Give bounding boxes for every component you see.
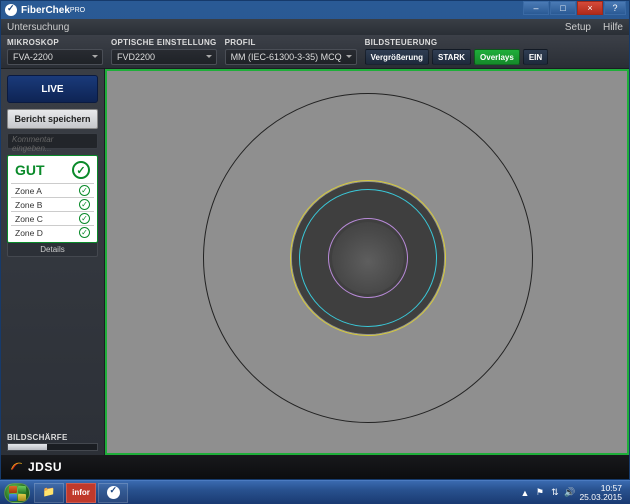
taskbar-infor[interactable]: infor (66, 483, 96, 503)
zone-label: Zone C (15, 214, 43, 224)
zone-row-c[interactable]: Zone C ✓ (11, 211, 94, 225)
sharpness-bar (7, 443, 98, 451)
fiber-viewport[interactable] (105, 69, 629, 455)
save-report-button[interactable]: Bericht speichern (7, 109, 98, 129)
clock-date: 25.03.2015 (579, 493, 622, 502)
profile-group: PROFIL MM (IEC-61300-3-35) MCQ (225, 38, 357, 65)
app-logo-icon (107, 486, 120, 499)
zone-row-b[interactable]: Zone B ✓ (11, 197, 94, 211)
check-icon: ✓ (79, 199, 90, 210)
zone-label: Zone D (15, 228, 43, 238)
menu-help[interactable]: Hilfe (603, 22, 623, 33)
check-icon: ✓ (79, 227, 90, 238)
flag-icon[interactable]: ⚑ (534, 487, 545, 498)
optical-group: OPTISCHE EINSTELLUNG FVD2200 (111, 38, 217, 65)
windows-taskbar[interactable]: 📁 infor ▲ ⚑ ⇅ 🔊 10:57 25.03.2015 (0, 480, 630, 504)
sidebar: LIVE Bericht speichern Kommentar eingebe… (1, 69, 105, 455)
microscope-label: MIKROSKOP (7, 38, 103, 47)
close-button[interactable]: × (577, 1, 603, 15)
sharpness-fill (8, 444, 47, 450)
menu-setup[interactable]: Setup (565, 22, 591, 33)
titlebar[interactable]: FiberChek PRO – □ × ? (1, 1, 629, 19)
minimize-button[interactable]: – (523, 1, 549, 15)
brand-logo: JDSU (9, 460, 62, 474)
maximize-button[interactable]: □ (550, 1, 576, 15)
taskbar-fibercheck[interactable] (98, 483, 128, 503)
app-logo-icon (5, 4, 17, 16)
sharpness-section: BILDSCHÄRFE (7, 433, 98, 451)
status-card: GUT ✓ Zone A ✓ Zone B ✓ Zone C ✓ Zone D (7, 155, 98, 243)
app-window: FiberChek PRO – □ × ? Untersuchung Setup… (0, 0, 630, 480)
app-title-suffix: PRO (70, 7, 85, 14)
overlays-button[interactable]: Overlays (474, 49, 520, 65)
brand-text: JDSU (28, 460, 62, 474)
zone-a-ring (328, 218, 408, 298)
microscope-dropdown[interactable]: FVA-2200 (7, 49, 103, 65)
menu-investigation[interactable]: Untersuchung (7, 22, 69, 33)
optical-dropdown[interactable]: FVD2200 (111, 49, 217, 65)
toolbar: MIKROSKOP FVA-2200 OPTISCHE EINSTELLUNG … (1, 35, 629, 69)
zone-label: Zone A (15, 186, 42, 196)
comment-input[interactable]: Kommentar eingeben... (7, 133, 98, 149)
help-button[interactable]: ? (604, 1, 626, 15)
volume-icon[interactable]: 🔊 (564, 487, 575, 498)
taskbar-clock[interactable]: 10:57 25.03.2015 (579, 484, 622, 502)
zone-row-a[interactable]: Zone A ✓ (11, 183, 94, 197)
taskbar-explorer[interactable]: 📁 (34, 483, 64, 503)
app-title: FiberChek (21, 5, 70, 16)
system-tray[interactable]: ▲ ⚑ ⇅ 🔊 10:57 25.03.2015 (519, 484, 626, 502)
sharpness-label: BILDSCHÄRFE (7, 433, 98, 442)
zone-row-d[interactable]: Zone D ✓ (11, 225, 94, 239)
microscope-group: MIKROSKOP FVA-2200 (7, 38, 103, 65)
overlays-on-button[interactable]: EIN (523, 49, 548, 65)
chevron-up-icon[interactable]: ▲ (519, 487, 530, 498)
profile-label: PROFIL (225, 38, 357, 47)
fiber-stage (107, 71, 627, 453)
profile-dropdown[interactable]: MM (IEC-61300-3-35) MCQ (225, 49, 357, 65)
stark-button[interactable]: STARK (432, 49, 471, 65)
status-header: GUT ✓ (11, 159, 94, 183)
image-control-label: BILDSTEUERUNG (365, 38, 549, 47)
details-button[interactable]: Details (7, 243, 98, 257)
start-button[interactable] (4, 483, 30, 503)
status-text: GUT (15, 162, 45, 178)
brand-swirl-icon (9, 460, 23, 474)
magnification-button[interactable]: Vergrößerung (365, 49, 429, 65)
zone-label: Zone B (15, 200, 42, 210)
network-icon[interactable]: ⇅ (549, 487, 560, 498)
live-button[interactable]: LIVE (7, 75, 98, 103)
optical-label: OPTISCHE EINSTELLUNG (111, 38, 217, 47)
check-icon: ✓ (79, 185, 90, 196)
menubar: Untersuchung Setup Hilfe (1, 19, 629, 35)
folder-icon: 📁 (43, 487, 55, 498)
check-icon: ✓ (72, 161, 90, 179)
footer-bar: JDSU (1, 455, 629, 479)
app-body: LIVE Bericht speichern Kommentar eingebe… (1, 69, 629, 455)
image-control-group: BILDSTEUERUNG Vergrößerung STARK Overlay… (365, 38, 549, 65)
window-controls: – □ × ? (522, 1, 626, 15)
check-icon: ✓ (79, 213, 90, 224)
